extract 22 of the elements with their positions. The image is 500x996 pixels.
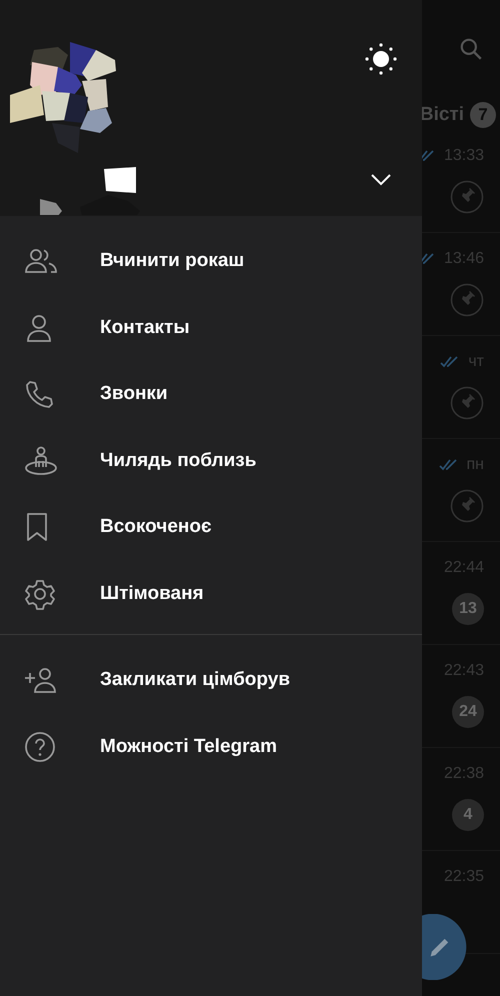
person-icon xyxy=(24,312,54,343)
menu-item[interactable]: Чилядь поблизь xyxy=(0,428,422,494)
unread-badge: 13 xyxy=(452,593,484,625)
person-on-spot-icon xyxy=(24,444,58,477)
menu-item[interactable]: Контакты xyxy=(0,294,422,361)
add-person-icon xyxy=(24,666,58,694)
menu-item[interactable]: Закликати цімборув xyxy=(0,647,422,714)
help-icon xyxy=(24,730,56,763)
menu-item[interactable]: Можності Telegram xyxy=(0,714,422,780)
menu-item[interactable]: Вчинити рокаш xyxy=(0,228,422,294)
sun-icon[interactable] xyxy=(364,42,398,76)
menu-item[interactable]: Штімованя xyxy=(0,560,422,627)
people-icon xyxy=(24,247,58,276)
phone-icon xyxy=(24,379,54,410)
search-icon[interactable] xyxy=(458,36,484,62)
menu-item[interactable]: Звонки xyxy=(0,361,422,428)
chevron-down-icon[interactable] xyxy=(370,172,392,186)
unread-badge: 24 xyxy=(452,696,484,728)
bookmark-icon xyxy=(24,512,50,542)
settings-icon xyxy=(24,578,56,610)
menu-item[interactable]: Всокоченоє xyxy=(0,494,422,560)
unread-badge: 4 xyxy=(452,799,484,831)
